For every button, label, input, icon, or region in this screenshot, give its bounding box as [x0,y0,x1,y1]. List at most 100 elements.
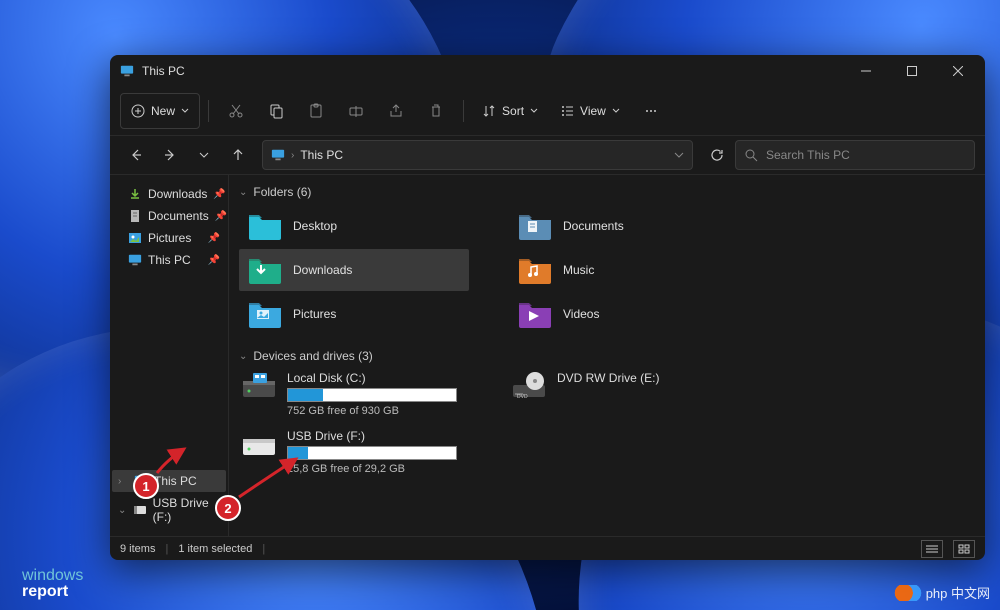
refresh-button[interactable] [701,139,733,171]
pin-icon: 📌 [213,189,225,200]
cut-button[interactable] [217,93,255,129]
search-placeholder: Search This PC [766,148,850,162]
folder-icon [247,299,283,329]
drive-label: DVD RW Drive (E:) [557,371,737,385]
folder-label: Documents [563,219,624,233]
back-button[interactable] [120,139,152,171]
paste-button[interactable] [297,93,335,129]
folder-label: Videos [563,307,599,321]
view-icon [560,104,574,118]
document-icon [128,209,142,223]
icons-view-button[interactable] [953,540,975,558]
sidebar-item-pictures[interactable]: Pictures 📌 [112,227,226,249]
more-button[interactable] [632,93,670,129]
folders-header[interactable]: ⌄ Folders (6) [239,181,975,205]
tree-item-usb-drive-f-[interactable]: ⌄ USB Drive (F:) [112,492,226,528]
chevron-down-icon [530,107,538,115]
expand-icon[interactable]: ⌄ [118,505,127,516]
folder-label: Music [563,263,594,277]
search-icon [744,148,758,162]
folder-pictures[interactable]: Pictures [239,293,469,335]
sidebar-item-documents[interactable]: Documents📌 [112,205,226,227]
drive-label: Local Disk (C:) [287,371,467,385]
drive-label: USB Drive (F:) [287,429,467,443]
drive-icon [241,371,277,401]
chevron-down-icon: ⌄ [239,351,247,362]
folder-icon [247,255,283,285]
sidebar-item-downloads[interactable]: Downloads 📌 [112,183,226,205]
sidebar: Downloads📌Documents📌Pictures📌This PC📌 ›T… [110,175,228,536]
capacity-bar [287,446,457,460]
forward-button[interactable] [154,139,186,171]
sidebar-item-label: This PC [148,253,191,267]
up-button[interactable] [222,139,254,171]
drive-free-text: 752 GB free of 930 GB [287,405,467,417]
rename-button[interactable] [337,93,375,129]
sidebar-item-this-pc[interactable]: This PC📌 [112,249,226,271]
chevron-right-icon: › [291,150,294,161]
folder-icon [247,211,283,241]
annotation-arrow-1 [152,445,192,475]
folder-icon [517,211,553,241]
recent-button[interactable] [188,139,220,171]
capacity-bar [287,388,457,402]
sort-button[interactable]: Sort [472,93,548,129]
delete-button[interactable] [417,93,455,129]
thispc-icon [271,148,285,162]
window-title: This PC [142,64,185,78]
view-button[interactable]: View [550,93,630,129]
search-input[interactable]: Search This PC [735,140,975,170]
svg-text:DVD: DVD [517,394,528,400]
plus-icon [131,104,145,118]
new-button[interactable]: New [120,93,200,129]
annotation-arrow-2 [234,455,304,500]
sidebar-item-label: Downloads [148,187,207,201]
pin-icon: 📌 [208,233,220,244]
drives-header[interactable]: ⌄ Devices and drives (3) [239,345,975,369]
sort-icon [482,104,496,118]
titlebar[interactable]: This PC [110,55,985,87]
folder-icon [517,299,553,329]
drive-local-disk-c-[interactable]: Local Disk (C:) 752 GB free of 930 GB [239,369,469,419]
folder-desktop[interactable]: Desktop [239,205,469,247]
tree-item-label: USB Drive (F:) [153,496,220,524]
annotation-1: 1 [133,473,159,499]
folder-music[interactable]: Music [509,249,739,291]
drive-icon: DVD [511,371,547,401]
watermark-php: php 中文网 [894,583,990,602]
folder-label: Pictures [293,307,336,321]
sidebar-item-label: Pictures [148,231,191,245]
folder-downloads[interactable]: Downloads [239,249,469,291]
folder-label: Downloads [293,263,352,277]
maximize-button[interactable] [889,55,935,87]
usb-icon [133,503,147,517]
folder-label: Desktop [293,219,337,233]
chevron-down-icon: ⌄ [239,187,247,198]
expand-icon[interactable]: › [118,476,128,487]
statusbar: 9 items | 1 item selected | [110,536,985,560]
folder-documents[interactable]: Documents [509,205,739,247]
thispc-icon [128,253,142,267]
details-view-button[interactable] [921,540,943,558]
thispc-icon [120,64,134,78]
address-bar[interactable]: › This PC [262,140,693,170]
annotation-2: 2 [215,495,241,521]
close-button[interactable] [935,55,981,87]
drive-dvd-rw-drive-e-[interactable]: DVD DVD RW Drive (E:) [509,369,739,419]
copy-button[interactable] [257,93,295,129]
address-location: This PC [300,148,343,162]
folder-icon [517,255,553,285]
download-icon [128,187,142,201]
drive-free-text: 25,8 GB free of 29,2 GB [287,463,467,475]
pin-icon: 📌 [215,211,227,222]
status-selected: 1 item selected [178,543,252,555]
toolbar: New Sort View [110,87,985,135]
watermark-windowsreport: windows report [22,568,83,600]
minimize-button[interactable] [843,55,889,87]
share-button[interactable] [377,93,415,129]
folder-videos[interactable]: Videos [509,293,739,335]
chevron-down-icon[interactable] [674,150,684,160]
pictures-icon [128,231,142,245]
tree-item-label: This PC [154,474,197,488]
chevron-down-icon [612,107,620,115]
